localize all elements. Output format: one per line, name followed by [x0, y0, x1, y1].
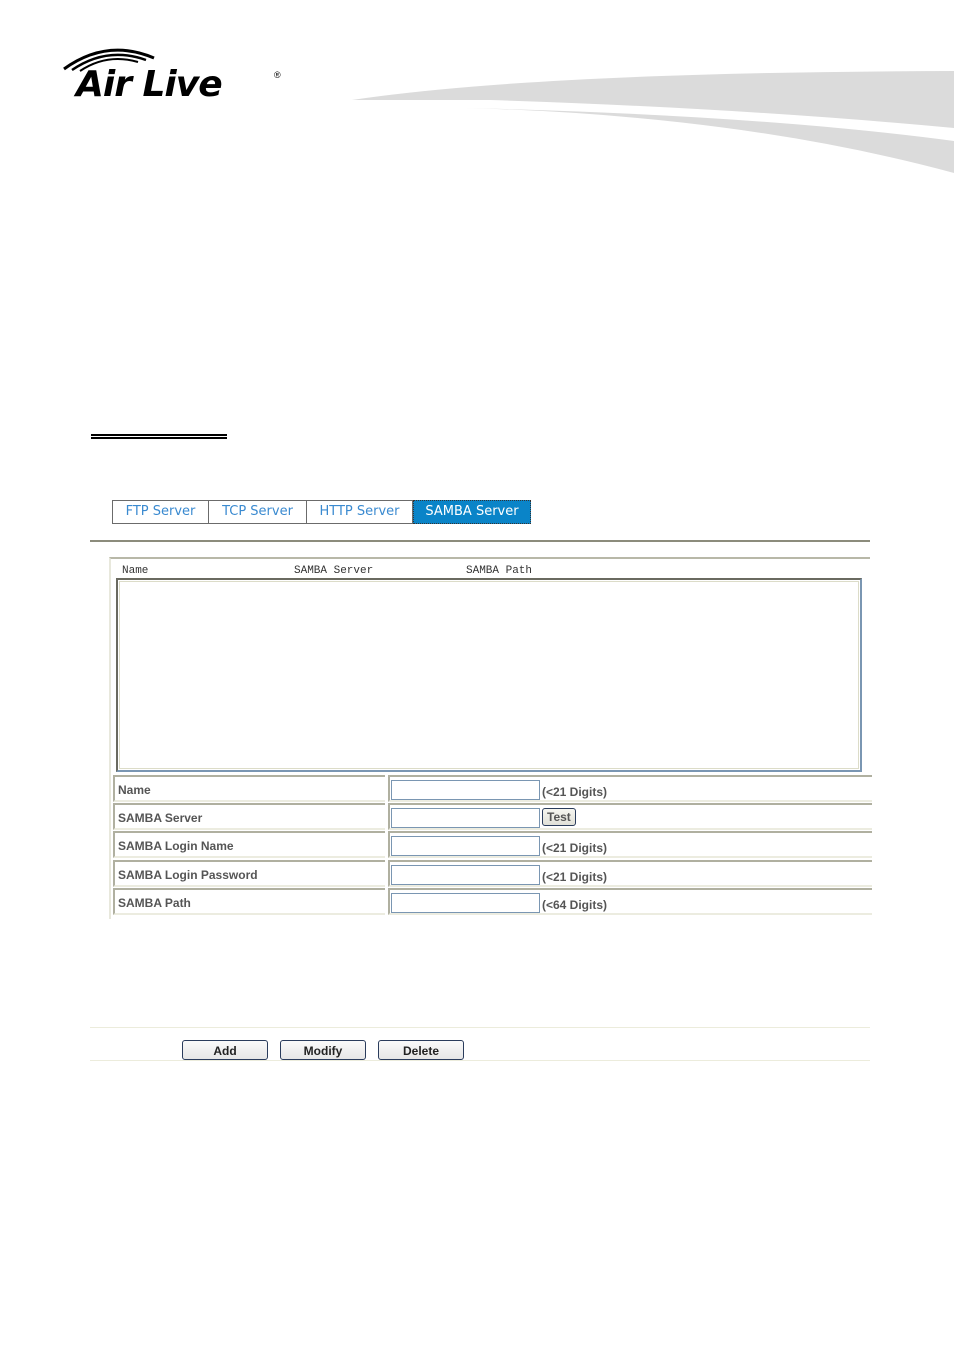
form-row-name: Name (<21 Digits) — [113, 775, 872, 802]
samba-path-input[interactable] — [391, 893, 540, 913]
samba-server-input[interactable] — [391, 808, 540, 828]
field-hint: (<21 Digits) — [542, 841, 608, 855]
section-heading-underline — [91, 434, 227, 439]
test-button[interactable]: Test — [542, 808, 576, 826]
form-row-samba-server: SAMBA Server Test — [113, 803, 872, 830]
modify-button[interactable]: Modify — [280, 1040, 366, 1060]
divider — [90, 1060, 870, 1061]
header-swoosh-decoration — [352, 71, 954, 173]
column-samba-server: SAMBA Server — [294, 565, 374, 577]
samba-login-password-input[interactable] — [391, 865, 540, 885]
name-input[interactable] — [391, 780, 540, 800]
add-button[interactable]: Add — [182, 1040, 268, 1060]
samba-server-list[interactable] — [116, 578, 862, 772]
field-label: SAMBA Login Name — [118, 839, 234, 853]
server-tabs: FTP Server TCP Server HTTP Server SAMBA … — [112, 500, 531, 524]
field-label: SAMBA Server — [118, 811, 203, 825]
field-label: Name — [118, 783, 151, 797]
field-label: SAMBA Path — [118, 896, 191, 910]
field-hint: (<21 Digits) — [542, 870, 608, 884]
tab-samba-server[interactable]: SAMBA Server — [413, 500, 531, 524]
form-row-samba-login-password: SAMBA Login Password (<21 Digits) — [113, 860, 872, 887]
registered-mark: ® — [274, 70, 281, 80]
delete-button[interactable]: Delete — [378, 1040, 464, 1060]
logo-text: Air Live — [76, 64, 223, 105]
column-samba-path: SAMBA Path — [466, 565, 533, 577]
list-header: Name SAMBA Server SAMBA Path — [122, 565, 862, 579]
tab-tcp-server[interactable]: TCP Server — [209, 500, 307, 524]
tab-http-server[interactable]: HTTP Server — [307, 500, 413, 524]
column-name: Name — [122, 565, 149, 577]
samba-login-name-input[interactable] — [391, 836, 540, 856]
airlive-logo: Air Live ® — [62, 42, 287, 108]
field-label: SAMBA Login Password — [118, 868, 258, 882]
form-row-samba-path: SAMBA Path (<64 Digits) — [113, 888, 872, 915]
samba-server-panel: Name SAMBA Server SAMBA Path Name (<21 D… — [109, 557, 872, 919]
tab-ftp-server[interactable]: FTP Server — [112, 500, 209, 524]
divider — [90, 1027, 870, 1028]
divider — [90, 540, 870, 542]
field-hint: (<21 Digits) — [542, 785, 608, 799]
field-hint: (<64 Digits) — [542, 898, 608, 912]
form-row-samba-login-name: SAMBA Login Name (<21 Digits) — [113, 831, 872, 858]
